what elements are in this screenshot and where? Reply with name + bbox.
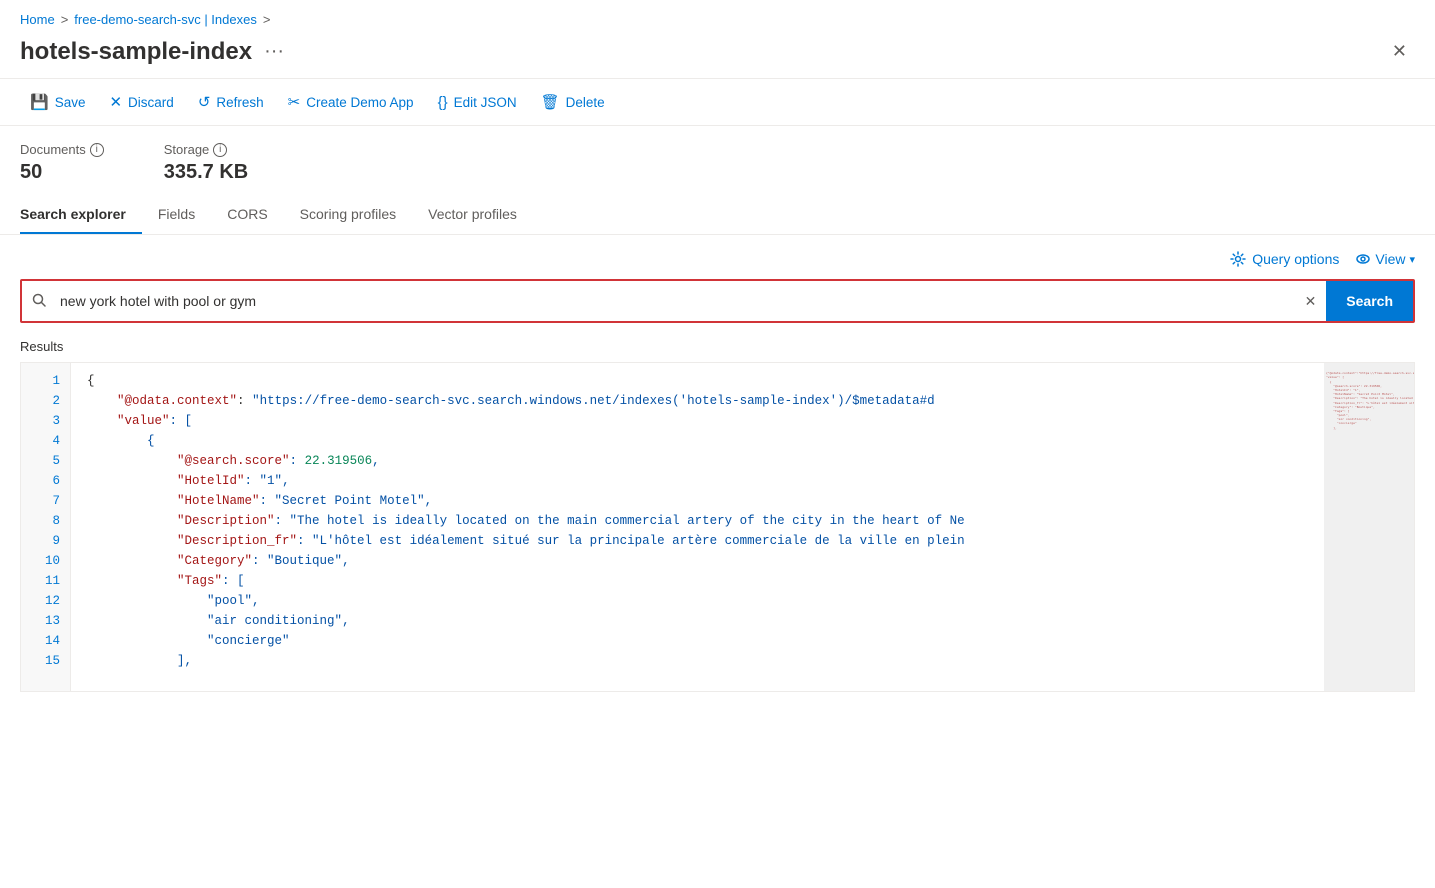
chevron-down-icon: ▾ <box>1409 253 1415 266</box>
tab-cors[interactable]: CORS <box>211 196 283 234</box>
discard-button[interactable]: ✕ Discard <box>99 87 183 117</box>
search-magnifier-icon <box>22 283 56 320</box>
page-more-options[interactable]: ··· <box>264 40 284 63</box>
breadcrumb-sep2: > <box>263 12 271 27</box>
results-label: Results <box>20 339 1415 354</box>
line-numbers: 123456789101112131415 <box>21 363 71 691</box>
storage-value: 335.7 KB <box>164 161 249 184</box>
storage-stat: Storage i 335.7 KB <box>164 142 249 184</box>
view-button[interactable]: View ▾ <box>1355 251 1415 267</box>
code-view: 123456789101112131415 { "@odata.context"… <box>20 362 1415 692</box>
search-options-row: Query options View ▾ <box>20 251 1415 267</box>
minimap: {"@odata.context":"https://free-demo-sea… <box>1324 363 1414 691</box>
save-icon: 💾 <box>30 93 49 111</box>
refresh-label: Refresh <box>216 95 263 110</box>
search-submit-button[interactable]: Search <box>1326 281 1413 321</box>
create-demo-button[interactable]: ✂ Create Demo App <box>278 87 424 117</box>
tabs: Search explorer Fields CORS Scoring prof… <box>0 196 1435 235</box>
query-options-button[interactable]: Query options <box>1230 251 1339 267</box>
documents-info-icon[interactable]: i <box>90 143 104 157</box>
create-demo-label: Create Demo App <box>306 95 413 110</box>
view-label: View <box>1375 251 1405 267</box>
documents-label: Documents <box>20 142 86 157</box>
close-button[interactable]: ✕ <box>1384 37 1415 66</box>
delete-icon: 🗑 <box>541 93 560 111</box>
query-options-label: Query options <box>1252 251 1339 267</box>
search-area: Query options View ▾ ✕ Search <box>0 235 1435 339</box>
delete-button[interactable]: 🗑 Delete <box>531 87 615 117</box>
toolbar: 💾 Save ✕ Discard ↺ Refresh ✂ Create Demo… <box>0 78 1435 126</box>
search-input[interactable] <box>56 283 1295 319</box>
save-label: Save <box>55 95 86 110</box>
save-button[interactable]: 💾 Save <box>20 87 95 117</box>
breadcrumb-sep1: > <box>61 12 69 27</box>
breadcrumb-service[interactable]: free-demo-search-svc | Indexes <box>74 12 257 27</box>
refresh-button[interactable]: ↺ Refresh <box>188 87 274 117</box>
documents-stat: Documents i 50 <box>20 142 104 184</box>
refresh-icon: ↺ <box>198 93 211 111</box>
minimap-content: {"@odata.context":"https://free-demo-sea… <box>1324 363 1414 438</box>
page-header: hotels-sample-index ··· ✕ <box>0 33 1435 78</box>
gear-icon <box>1230 251 1246 267</box>
discard-label: Discard <box>128 95 174 110</box>
tab-scoring-profiles[interactable]: Scoring profiles <box>284 196 413 234</box>
tab-search-explorer[interactable]: Search explorer <box>20 196 142 234</box>
json-icon: {} <box>438 94 448 111</box>
discard-icon: ✕ <box>109 93 122 111</box>
documents-value: 50 <box>20 161 104 184</box>
eye-icon <box>1355 251 1371 267</box>
breadcrumb: Home > free-demo-search-svc | Indexes > <box>0 0 1435 33</box>
breadcrumb-home[interactable]: Home <box>20 12 55 27</box>
page-title: hotels-sample-index <box>20 38 252 66</box>
search-clear-button[interactable]: ✕ <box>1295 283 1327 320</box>
storage-info-icon[interactable]: i <box>213 143 227 157</box>
storage-label: Storage <box>164 142 210 157</box>
code-content[interactable]: { "@odata.context": "https://free-demo-s… <box>71 363 1324 691</box>
tab-vector-profiles[interactable]: Vector profiles <box>412 196 533 234</box>
demo-icon: ✂ <box>288 93 301 111</box>
tab-fields[interactable]: Fields <box>142 196 211 234</box>
results-area: Results 123456789101112131415 { "@odata.… <box>0 339 1435 692</box>
search-bar: ✕ Search <box>20 279 1415 323</box>
edit-json-button[interactable]: {} Edit JSON <box>428 88 527 117</box>
edit-json-label: Edit JSON <box>454 95 517 110</box>
delete-label: Delete <box>566 95 605 110</box>
stats-row: Documents i 50 Storage i 335.7 KB <box>0 126 1435 196</box>
